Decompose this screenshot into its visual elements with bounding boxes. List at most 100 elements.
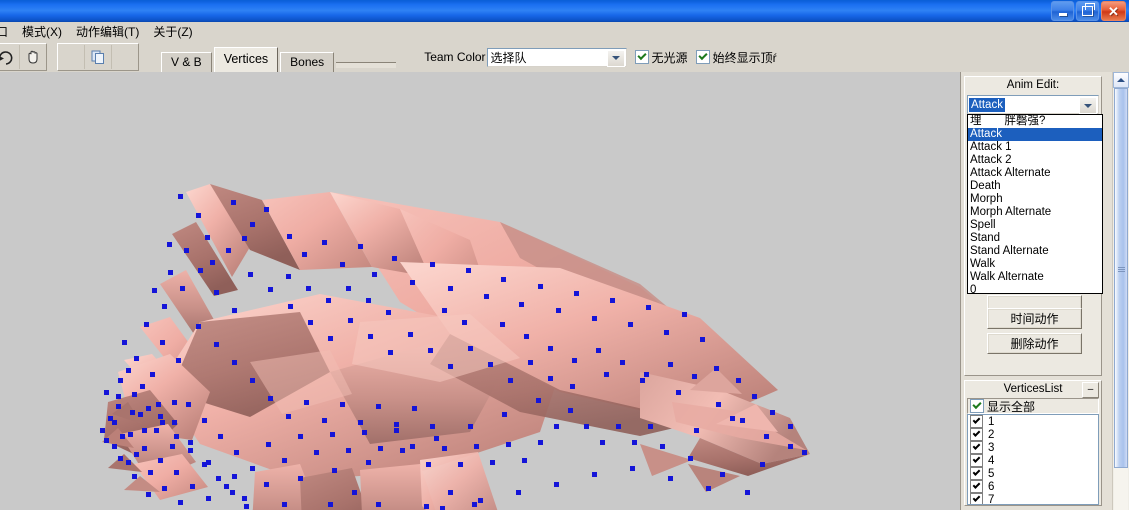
vertex-checkbox[interactable]	[970, 480, 983, 493]
scrollbar-grip-icon	[1118, 267, 1125, 274]
list-item[interactable]: Stand	[968, 232, 1102, 245]
team-color-select[interactable]: 选择队	[486, 47, 627, 67]
tab-strip: V & B Vertices Bones	[161, 42, 397, 73]
tab-v-and-b[interactable]: V & B	[161, 52, 212, 73]
list-item[interactable]: 1	[968, 415, 1098, 428]
copy-icon	[91, 50, 104, 64]
vertices-list-title: VerticesList –	[965, 381, 1101, 398]
list-item[interactable]: 2	[968, 428, 1098, 441]
scroll-up-arrow-icon	[1117, 78, 1125, 82]
checkbox-show-all-box[interactable]	[970, 399, 984, 413]
anim-select-value: Attack	[969, 97, 1005, 112]
chevron-down-glyph	[611, 56, 620, 60]
vertex-label: 6	[988, 480, 995, 493]
menu-animation-edit[interactable]: 动作编辑(T)	[69, 23, 146, 42]
vertex-checkbox[interactable]	[970, 415, 983, 428]
vertex-checkbox[interactable]	[970, 441, 983, 454]
list-item[interactable]: 3	[968, 441, 1098, 454]
close-icon: ✕	[1108, 3, 1119, 19]
menu-bar: 口 模式(X) 动作编辑(T) 关于(Z)	[0, 22, 1129, 43]
anim-list[interactable]: 埋 胖磬强? Attack Attack 1 Attack 2 Attack A…	[967, 114, 1103, 294]
toolbar-blank-left[interactable]	[58, 45, 84, 69]
maximize-button[interactable]	[1076, 1, 1099, 21]
vertices-list-section: VerticesList – 显示全部 1 2 3 4 5 6 7	[964, 380, 1102, 506]
menu-file[interactable]: 口	[0, 23, 15, 42]
vertices-list-title-text: VerticesList	[1003, 383, 1063, 395]
anim-select-chevron-down-icon[interactable]	[1079, 97, 1097, 114]
vertex-checkbox[interactable]	[970, 428, 983, 441]
list-item[interactable]: Attack 2	[968, 154, 1102, 167]
scrollbar-track[interactable]	[1114, 88, 1128, 510]
window-controls: ✕	[1051, 1, 1129, 21]
close-button[interactable]: ✕	[1101, 1, 1126, 21]
vertex-checkbox[interactable]	[970, 454, 983, 467]
checkbox-show-all[interactable]: 显示全部	[967, 398, 1099, 414]
vertex-label: 3	[988, 441, 995, 454]
list-item[interactable]: 4	[968, 454, 1098, 467]
vertex-checkbox[interactable]	[970, 467, 983, 480]
scroll-up-button[interactable]	[1113, 72, 1129, 88]
model-render	[0, 72, 960, 510]
pan-tool-button[interactable]	[19, 45, 46, 69]
toolbar-blank-right[interactable]	[111, 45, 138, 69]
checkbox-no-light-source-label: 无光源	[651, 50, 688, 65]
minimize-icon	[1058, 12, 1067, 16]
team-color-label: Team Color	[424, 50, 486, 64]
team-color-value: 选择队	[490, 50, 527, 65]
vertex-label: 4	[988, 454, 995, 467]
toolbar-group-edit	[57, 43, 139, 71]
title-bar: ✕	[0, 0, 1129, 22]
list-item[interactable]: Morph	[968, 193, 1102, 206]
list-item[interactable]: Attack 1	[968, 141, 1102, 154]
panel-scrollbar[interactable]	[1112, 72, 1129, 510]
list-item[interactable]: Attack	[968, 128, 1102, 141]
team-color-control: Team Color 选择队 无光源 始终显示顶ŕ	[424, 47, 777, 67]
rotate-icon	[0, 51, 13, 65]
list-item[interactable]: Walk	[968, 258, 1102, 271]
list-item[interactable]: Attack Alternate	[968, 167, 1102, 180]
list-item[interactable]: Death	[968, 180, 1102, 193]
anim-edit-section: Anim Edit: Attack 埋 胖磬强? Attack Attack 1…	[964, 76, 1103, 376]
tab-strip-filler	[336, 62, 397, 68]
button-time-action[interactable]: 时间动作	[987, 308, 1082, 329]
list-item[interactable]: Stand Alternate	[968, 245, 1102, 258]
toolbar-group-navigation	[0, 43, 47, 71]
toolbar: V & B Vertices Bones Team Color 选择队 无光源 …	[0, 42, 1129, 73]
vertex-label: 7	[988, 493, 995, 505]
checkbox-show-all-label: 显示全部	[987, 399, 1036, 414]
maximize-icon	[1082, 3, 1095, 16]
minimize-button[interactable]	[1051, 1, 1074, 21]
anim-chevron-glyph	[1084, 103, 1092, 108]
button-delete-action[interactable]: 删除动作	[987, 333, 1082, 354]
copy-button[interactable]	[84, 45, 111, 69]
list-item[interactable]: 0	[968, 284, 1102, 293]
rotate-tool-button[interactable]	[0, 45, 19, 69]
checkbox-no-light-source-box[interactable]	[634, 50, 649, 64]
vertex-label: 5	[988, 467, 995, 480]
menu-mode[interactable]: 模式(X)	[15, 23, 69, 42]
vertices-list-minimize-button[interactable]: –	[1082, 382, 1099, 398]
scrollbar-thumb[interactable]	[1114, 88, 1128, 468]
list-item[interactable]: Walk Alternate	[968, 271, 1102, 284]
vertex-label: 2	[988, 428, 995, 441]
application-window: ✕ 口 模式(X) 动作编辑(T) 关于(Z) V & B Vertices B…	[0, 0, 1129, 510]
chevron-down-icon[interactable]	[606, 49, 625, 67]
right-panel: Anim Edit: Attack 埋 胖磬强? Attack Attack 1…	[960, 72, 1129, 510]
tab-bones[interactable]: Bones	[280, 52, 335, 73]
anim-select[interactable]: Attack	[967, 95, 1099, 114]
list-item[interactable]: Spell	[968, 219, 1102, 232]
vertex-checkbox[interactable]	[970, 493, 983, 504]
checkbox-always-show-vertices[interactable]: 始终显示顶ŕ	[695, 49, 777, 66]
vertices-list[interactable]: 1 2 3 4 5 6 7	[967, 414, 1099, 505]
tab-vertices[interactable]: Vertices	[213, 47, 279, 72]
checkbox-always-show-vertices-box[interactable]	[695, 50, 710, 64]
list-item[interactable]: 埋 胖磬强?	[968, 115, 1102, 128]
checkbox-no-light-source[interactable]: 无光源	[634, 49, 688, 66]
list-item[interactable]: 6	[968, 480, 1098, 493]
list-item[interactable]: 5	[968, 467, 1098, 480]
3d-viewport[interactable]	[0, 72, 960, 510]
list-item[interactable]: 7	[968, 493, 1098, 505]
list-item[interactable]: Morph Alternate	[968, 206, 1102, 219]
vertex-label: 1	[988, 415, 995, 428]
menu-about[interactable]: 关于(Z)	[146, 23, 199, 42]
